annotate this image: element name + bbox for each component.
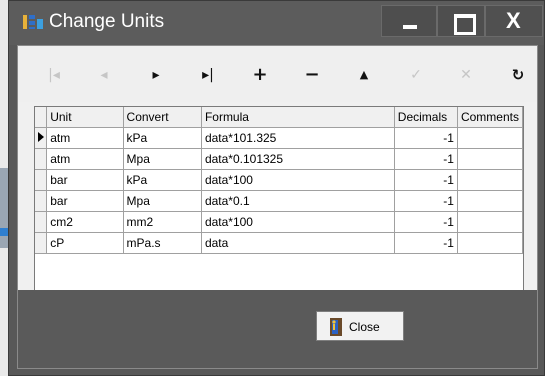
title-bar[interactable]: Change Units X [9, 1, 544, 45]
cell-formula[interactable]: data*100 [201, 169, 395, 191]
cell-unit[interactable]: bar [46, 169, 124, 191]
cell-formula[interactable]: data*101.325 [201, 127, 395, 149]
table-row[interactable]: cP mPa.s data -1 [35, 232, 523, 254]
row-indicator[interactable] [35, 190, 48, 212]
cell-convert[interactable]: kPa [123, 127, 202, 149]
client-area: |◂ ◂ ▸ ▸| + − ▲ ✓ ✕ ↻ Unit Convert Formu… [17, 45, 538, 369]
window-title: Change Units [49, 11, 165, 32]
cell-decimals[interactable]: -1 [394, 232, 458, 254]
row-indicator[interactable] [35, 211, 48, 233]
cell-comments[interactable] [457, 127, 523, 149]
cell-decimals[interactable]: -1 [394, 148, 458, 170]
cell-convert[interactable]: kPa [123, 169, 202, 191]
cell-comments[interactable] [457, 232, 523, 254]
row-indicator[interactable] [35, 169, 48, 191]
cell-unit[interactable]: cP [46, 232, 124, 254]
cell-decimals[interactable]: -1 [394, 169, 458, 191]
cell-comments[interactable] [457, 211, 523, 233]
close-window-button[interactable]: X [485, 5, 543, 37]
prior-record-button[interactable]: ◂ [90, 64, 118, 86]
row-indicator-header [35, 107, 48, 128]
next-record-button[interactable]: ▸ [142, 64, 170, 86]
row-indicator[interactable] [35, 127, 48, 149]
cell-comments[interactable] [457, 190, 523, 212]
units-table: Unit Convert Formula Decimals Comments a… [35, 107, 523, 254]
table-row[interactable]: cm2 mm2 data*100 -1 [35, 211, 523, 233]
cancel-edit-button[interactable]: ✕ [452, 64, 480, 86]
column-header-convert[interactable]: Convert [123, 107, 202, 128]
row-indicator[interactable] [35, 232, 48, 254]
cell-formula[interactable]: data*100 [201, 211, 395, 233]
minimize-button[interactable] [381, 5, 437, 37]
cell-convert[interactable]: mm2 [123, 211, 202, 233]
cell-formula[interactable]: data [201, 232, 395, 254]
table-row[interactable]: atm Mpa data*0.101325 -1 [35, 148, 523, 170]
post-edit-button[interactable]: ✓ [402, 64, 430, 86]
close-icon: X [506, 8, 521, 33]
cell-unit[interactable]: atm [46, 148, 124, 170]
maximize-button[interactable] [437, 5, 485, 37]
row-indicator[interactable] [35, 148, 48, 170]
vertical-scrollbar[interactable]: ▲ ▼ [523, 107, 524, 320]
cell-formula[interactable]: data*0.101325 [201, 148, 395, 170]
current-row-pointer-icon [38, 131, 44, 142]
table-row[interactable]: bar Mpa data*0.1 -1 [35, 190, 523, 212]
edit-record-button[interactable]: ▲ [350, 64, 378, 86]
insert-record-button[interactable]: + [246, 64, 274, 86]
cell-unit[interactable]: bar [46, 190, 124, 212]
exit-door-icon [330, 318, 342, 336]
column-header-unit[interactable]: Unit [46, 107, 124, 128]
delete-record-button[interactable]: − [298, 64, 326, 86]
last-record-button[interactable]: ▸| [194, 64, 222, 86]
close-button[interactable]: Close [316, 311, 404, 341]
column-header-comments[interactable]: Comments [457, 107, 523, 128]
cell-decimals[interactable]: -1 [394, 211, 458, 233]
cell-convert[interactable]: Mpa [123, 148, 202, 170]
app-logo-icon [23, 15, 43, 29]
refresh-data-button[interactable]: ↻ [504, 64, 532, 86]
cell-decimals[interactable]: -1 [394, 127, 458, 149]
footer-panel: Close [18, 290, 537, 368]
table-row[interactable]: bar kPa data*100 -1 [35, 169, 523, 191]
cell-convert[interactable]: Mpa [123, 190, 202, 212]
grid-header-row: Unit Convert Formula Decimals Comments [35, 107, 523, 128]
cell-convert[interactable]: mPa.s [123, 232, 202, 254]
cell-comments[interactable] [457, 169, 523, 191]
db-navigator-toolbar: |◂ ◂ ▸ ▸| + − ▲ ✓ ✕ ↻ [18, 46, 537, 102]
column-header-decimals[interactable]: Decimals [394, 107, 458, 128]
cell-formula[interactable]: data*0.1 [201, 190, 395, 212]
cell-comments[interactable] [457, 148, 523, 170]
cell-decimals[interactable]: -1 [394, 190, 458, 212]
close-button-label: Close [349, 320, 380, 334]
cell-unit[interactable]: atm [46, 127, 124, 149]
table-row[interactable]: atm kPa data*101.325 -1 [35, 127, 523, 149]
column-header-formula[interactable]: Formula [201, 107, 395, 128]
first-record-button[interactable]: |◂ [40, 64, 68, 86]
cell-unit[interactable]: cm2 [46, 211, 124, 233]
change-units-window: Change Units X |◂ ◂ ▸ ▸| + − ▲ ✓ ✕ ↻ Uni… [8, 0, 545, 376]
